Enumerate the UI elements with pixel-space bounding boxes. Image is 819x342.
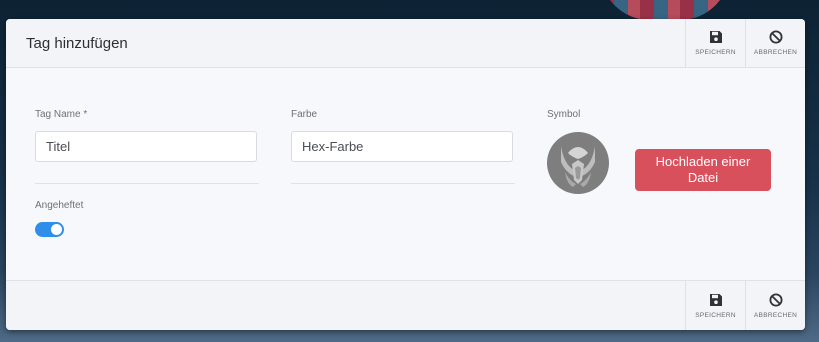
cancel-button[interactable]: ABBRECHEN — [745, 19, 805, 67]
dialog-title: Tag hinzufügen — [26, 35, 128, 52]
footer-cancel-button-label: ABBRECHEN — [753, 312, 798, 319]
color-input[interactable] — [291, 131, 513, 162]
color-divider — [291, 183, 515, 184]
save-button-label: SPEICHERN — [695, 49, 736, 56]
tag-name-input[interactable] — [35, 131, 257, 162]
ban-icon — [769, 293, 782, 307]
symbol-avatar — [547, 132, 609, 194]
tag-name-divider — [35, 183, 259, 184]
pinned-toggle-knob — [51, 224, 62, 235]
tag-name-label: Tag Name * — [35, 109, 88, 120]
pinned-toggle[interactable] — [35, 222, 64, 237]
footer-save-button-label: SPEICHERN — [695, 312, 736, 319]
floppy-disk-icon — [709, 31, 722, 43]
floppy-disk-icon — [709, 294, 722, 306]
upload-file-button[interactable]: Hochladen einer Datei — [635, 149, 771, 191]
color-label: Farbe — [291, 109, 318, 120]
dialog-footer: SPEICHERN ABBRECHEN — [6, 280, 805, 330]
cancel-button-label: ABBRECHEN — [753, 49, 798, 56]
footer-save-button[interactable]: SPEICHERN — [685, 281, 745, 330]
ban-icon — [769, 30, 782, 44]
background-balloon — [600, 0, 730, 20]
winged-helmet-emblem-icon — [561, 146, 595, 187]
add-tag-dialog: Tag hinzufügen SPEICHERN ABBRECHEN Tag N… — [6, 19, 805, 330]
save-button[interactable]: SPEICHERN — [685, 19, 745, 67]
symbol-label: Symbol — [547, 109, 581, 120]
dialog-header: Tag hinzufügen SPEICHERN ABBRECHEN — [6, 19, 805, 68]
footer-cancel-button[interactable]: ABBRECHEN — [745, 281, 805, 330]
pinned-label: Angeheftet — [35, 200, 84, 211]
